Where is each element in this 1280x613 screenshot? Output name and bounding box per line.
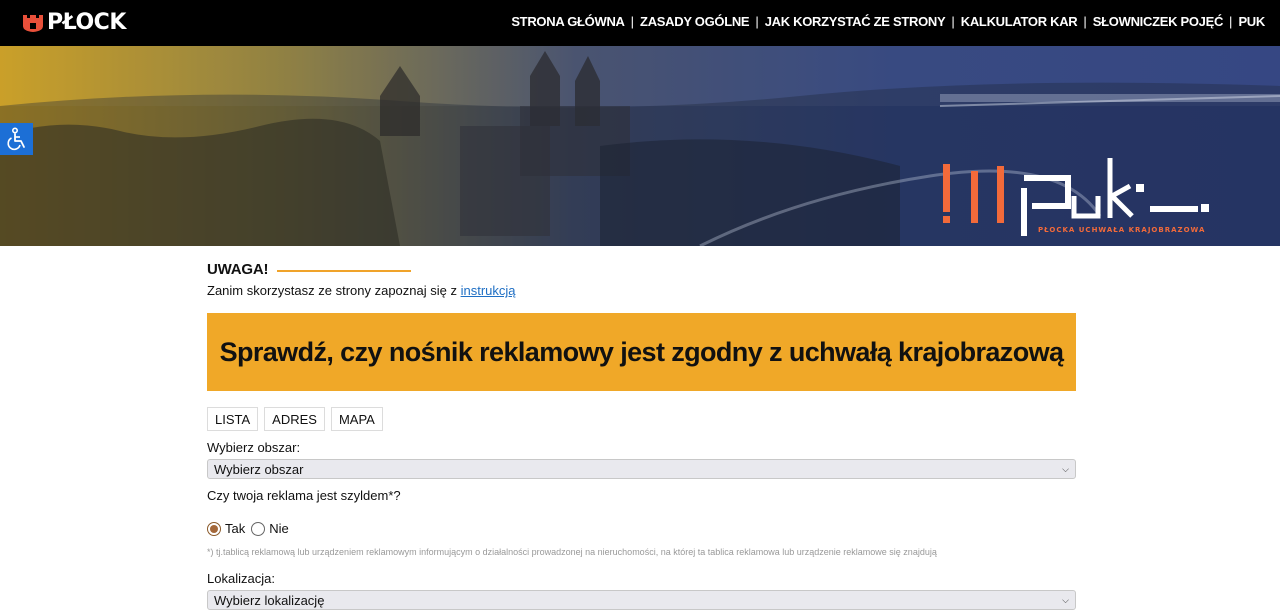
nav-home[interactable]: STRONA GŁÓWNA — [511, 14, 625, 29]
location-select[interactable]: Wybierz lokalizację ⌵ — [207, 590, 1076, 610]
chevron-down-icon: ⌵ — [1062, 463, 1069, 474]
accessibility-button[interactable] — [0, 123, 33, 155]
nav-separator: | — [630, 14, 635, 29]
sign-radio-group: Tak Nie — [207, 521, 1076, 536]
notice-text-prefix: Zanim skorzystasz ze strony zapoznaj się… — [207, 283, 461, 298]
logo-text: PŁOCK — [47, 10, 126, 35]
nav-glossary[interactable]: SŁOWNICZEK POJĘĆ — [1093, 14, 1224, 29]
location-select-value: Wybierz lokalizację — [214, 592, 325, 608]
area-select-value: Wybierz obszar — [214, 461, 304, 477]
tab-list[interactable]: LISTA — [207, 407, 259, 431]
wheelchair-icon — [6, 127, 25, 151]
radio-no[interactable] — [251, 521, 266, 536]
nav-general-rules[interactable]: ZASADY OGÓLNE — [640, 14, 750, 29]
tab-address[interactable]: ADRES — [264, 407, 325, 431]
chevron-down-icon: ⌵ — [1062, 594, 1069, 605]
notice-header: UWAGA! — [207, 258, 1076, 280]
nav-separator: | — [1229, 14, 1233, 29]
nav-separator: | — [755, 14, 759, 29]
notice-text: Zanim skorzystasz ze strony zapoznaj się… — [207, 283, 1076, 299]
notice-accent-line — [277, 270, 412, 272]
puk-tagline: PŁOCKA UCHWAŁA KRAJOBRAZOWA — [1038, 226, 1205, 234]
nav-separator: | — [1083, 14, 1087, 29]
radio-no-label[interactable]: Nie — [269, 521, 289, 536]
hero-banner: PŁOCKA UCHWAŁA KRAJOBRAZOWA — [0, 46, 1280, 246]
area-label: Wybierz obszar: — [207, 440, 301, 455]
instruction-link[interactable]: instrukcją — [461, 283, 516, 298]
main-nav: STRONA GŁÓWNA | ZASADY OGÓLNE | JAK KORZ… — [511, 14, 1265, 29]
city-panorama-image: PŁOCKA UCHWAŁA KRAJOBRAZOWA — [0, 46, 1280, 246]
nav-penalty-calculator[interactable]: KALKULATOR KAR — [961, 14, 1078, 29]
tab-map[interactable]: MAPA — [330, 407, 383, 431]
location-label: Lokalizacja: — [207, 571, 275, 586]
radio-yes[interactable] — [207, 521, 221, 536]
compliance-banner: Sprawdź, czy nośnik reklamowy jest zgodn… — [207, 313, 1076, 391]
top-bar: PŁOCK STRONA GŁÓWNA | ZASADY OGÓLNE | JA… — [0, 0, 1280, 46]
radio-yes-label[interactable]: Tak — [225, 521, 245, 536]
site-logo[interactable]: PŁOCK — [22, 11, 126, 35]
notice-title: UWAGA! — [207, 260, 269, 278]
area-select[interactable]: Wybierz obszar ⌵ — [207, 459, 1076, 479]
sign-footnote: *) tj.tablicą reklamową lub urządzeniem … — [207, 547, 937, 557]
view-tabs: LISTA ADRES MAPA — [207, 407, 1076, 431]
banner-title: Sprawdź, czy nośnik reklamowy jest zgodn… — [219, 336, 1064, 367]
main-content: UWAGA! Zanim skorzystasz ze strony zapoz… — [207, 258, 1076, 610]
nav-how-to-use[interactable]: JAK KORZYSTAĆ ZE STRONY — [765, 14, 946, 29]
nav-puk[interactable]: PUK — [1238, 14, 1265, 29]
nav-separator: | — [951, 14, 955, 29]
sign-question-label: Czy twoja reklama jest szyldem*? — [207, 488, 401, 503]
city-crest-icon — [23, 15, 43, 32]
